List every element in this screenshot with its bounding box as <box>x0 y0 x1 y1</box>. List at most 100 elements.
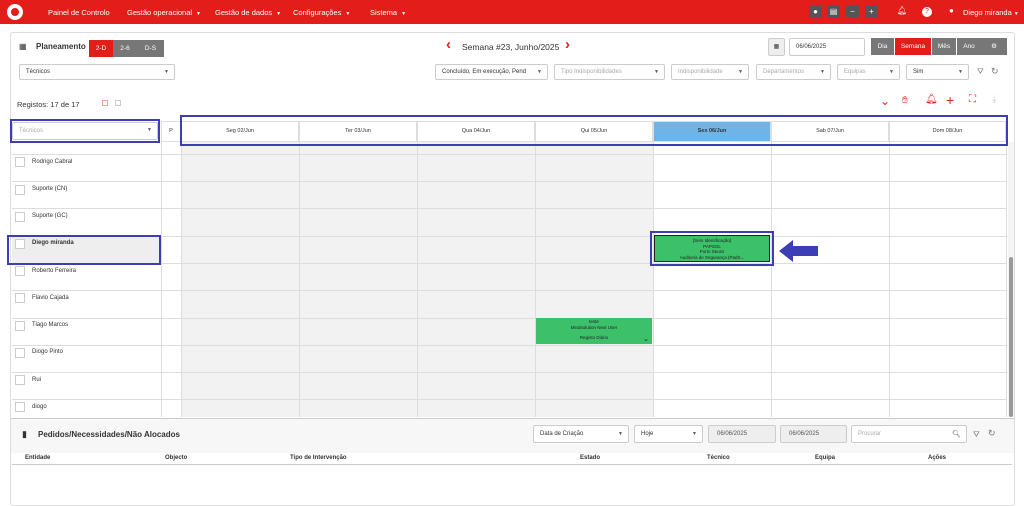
chevron-down-icon: ▼ <box>276 11 282 17</box>
nav-sistema[interactable]: Sistema ▼ <box>370 8 406 17</box>
tecnicos-select[interactable]: Técnicos ▼ <box>19 64 175 80</box>
row-label: Tiago Marcos <box>32 322 69 328</box>
chevron-down-icon[interactable]: ⌄ <box>643 337 649 344</box>
row-checkbox[interactable] <box>15 402 25 412</box>
row-label: Roberto Ferreira <box>32 268 77 274</box>
vodafone-logo[interactable] <box>7 4 23 20</box>
week-label: Semana #23, Junho/2025 <box>462 42 560 52</box>
fullscreen-icon[interactable]: ⛶ <box>969 94 976 105</box>
indisponibilidade-select[interactable]: Indisponibilidade ▼ <box>671 64 749 80</box>
column-header: Estado <box>580 455 601 461</box>
page-title: Planeamento <box>36 42 86 51</box>
chevron-down-icon: ▼ <box>618 431 623 437</box>
chevron-down-icon: ▼ <box>654 69 659 75</box>
highlight-box <box>7 235 161 265</box>
gear-icon[interactable]: ⚙ <box>981 38 1007 55</box>
chevron-down-icon: ▼ <box>692 431 697 437</box>
row-checkbox[interactable] <box>15 157 25 167</box>
add-icon[interactable]: + <box>946 92 954 108</box>
row-label: Rodrigo Cabral <box>32 159 73 165</box>
highlight-box <box>10 119 160 143</box>
refresh-icon[interactable]: ↻ <box>988 428 996 439</box>
id-card-icon[interactable]: ▤ <box>827 5 840 18</box>
document-icon: ▮ <box>22 429 27 439</box>
column-header: Tipo de Intervenção <box>290 455 347 461</box>
zoom-out-icon[interactable]: − <box>846 5 859 18</box>
event-card[interactable]: teste Mindsolution Next User Registo Diá… <box>536 318 652 344</box>
mode-dia-button[interactable]: Dia <box>871 38 894 55</box>
row-checkbox[interactable] <box>15 212 25 222</box>
column-header: Entidade <box>25 455 51 461</box>
date-to-input[interactable]: 06/06/2025 <box>780 425 847 443</box>
clear-filter-icon[interactable]: ⛛ <box>977 67 984 77</box>
date-from-input[interactable]: 06/06/2025 <box>708 425 776 443</box>
highlight-box <box>180 115 1008 146</box>
pdf-icon[interactable] <box>102 100 108 106</box>
equipas-select[interactable]: Equipas ▼ <box>837 64 900 80</box>
chevron-down-icon: ▼ <box>401 11 407 17</box>
section-title: Pedidos/Necessidades/Não Alocados <box>38 430 180 439</box>
refresh-icon[interactable]: ↻ <box>991 66 999 77</box>
sim-select[interactable]: Sim ▼ <box>906 64 969 80</box>
row-checkbox[interactable] <box>15 293 25 303</box>
row-checkbox[interactable] <box>15 266 25 276</box>
mode-mes-button[interactable]: Mês <box>932 38 956 55</box>
departamentos-select[interactable]: Departamentos ▼ <box>756 64 831 80</box>
row-checkbox[interactable] <box>15 321 25 331</box>
highlight-box <box>650 231 774 266</box>
chevron-down-icon: ▼ <box>164 69 169 75</box>
row-checkbox[interactable] <box>15 375 25 385</box>
scrollbar-track[interactable] <box>1008 142 1014 417</box>
date-input[interactable]: 06/06/2025 <box>789 38 865 56</box>
chevron-down-icon: ▼ <box>958 69 963 75</box>
view-2d-button[interactable]: 2-D <box>89 40 113 57</box>
scrollbar-thumb[interactable] <box>1009 257 1013 417</box>
row-label: Suporte (CN) <box>32 186 68 192</box>
thumbs-down-icon[interactable]: ✋︎ <box>902 95 908 106</box>
view-ds-button[interactable]: D-S <box>137 40 164 57</box>
chevron-down-icon: ▼ <box>537 69 542 75</box>
row-label: Suporte (GC) <box>32 213 68 219</box>
chat-icon[interactable]: ● <box>809 5 822 18</box>
sort-select[interactable]: Data de Criação ▼ <box>533 425 629 443</box>
column-header: Objecto <box>165 455 188 461</box>
column-header: Equipa <box>815 455 836 461</box>
next-week-icon[interactable]: › <box>565 36 570 53</box>
arrow-left-icon <box>779 240 818 262</box>
search-input[interactable]: Procurar 🔍︎ <box>851 425 967 443</box>
bell-icon[interactable]: 🔔︎ <box>925 94 938 105</box>
calendar-icon[interactable]: ▦ <box>768 38 785 56</box>
tipo-indisponibilidades-select[interactable]: Tipo Indisponibilidades ▼ <box>554 64 665 80</box>
registos-count: Registos: 17 de 17 <box>17 100 80 109</box>
user-icon: ● <box>949 6 954 15</box>
user-menu[interactable]: Diego miranda ▼ <box>963 8 1019 17</box>
estado-select[interactable]: Concluído, Em execução, Pend ▼ <box>435 64 548 80</box>
calendar-icon: ▦ <box>19 42 27 51</box>
mode-ano-button[interactable]: Ano <box>957 38 981 55</box>
event-line: Registo Diário <box>579 335 609 341</box>
nav-gestao-de-dados[interactable]: Gestão de dados ▼ <box>215 8 281 17</box>
view-26-button[interactable]: 2-6 <box>113 40 137 57</box>
chevron-down-icon: ▼ <box>889 69 894 75</box>
chevron-down-icon: ▼ <box>1013 11 1019 17</box>
mode-semana-button[interactable]: Semana <box>895 38 931 55</box>
p-column-header: P <box>161 121 181 142</box>
row-checkbox[interactable] <box>15 348 25 358</box>
column-header: Ações <box>928 455 947 461</box>
zoom-in-icon[interactable]: + <box>865 5 878 18</box>
chevron-down-icon: ▼ <box>738 69 743 75</box>
excel-icon[interactable] <box>115 100 121 106</box>
row-checkbox[interactable] <box>15 185 25 195</box>
clear-filter-icon[interactable]: ⛛ <box>973 430 980 440</box>
nav-painel-de-controlo[interactable]: Painel de Controlo <box>48 8 110 17</box>
nav-gestao-operacional[interactable]: Gestão operacional ▼ <box>127 8 201 17</box>
row-label: Rui <box>32 377 42 383</box>
prev-week-icon[interactable]: ‹ <box>446 36 451 53</box>
chevron-down-icon[interactable]: ⌄ <box>880 94 890 108</box>
help-icon[interactable]: ? <box>922 7 932 17</box>
search-icon[interactable]: 🔍︎ <box>952 430 961 438</box>
bell-icon[interactable]: 🔔︎ <box>897 6 907 15</box>
period-select[interactable]: Hoje ▼ <box>634 425 703 443</box>
nav-configuracoes[interactable]: Configurações ▼ <box>293 8 350 17</box>
download-icon[interactable]: ⤓ <box>992 94 996 105</box>
